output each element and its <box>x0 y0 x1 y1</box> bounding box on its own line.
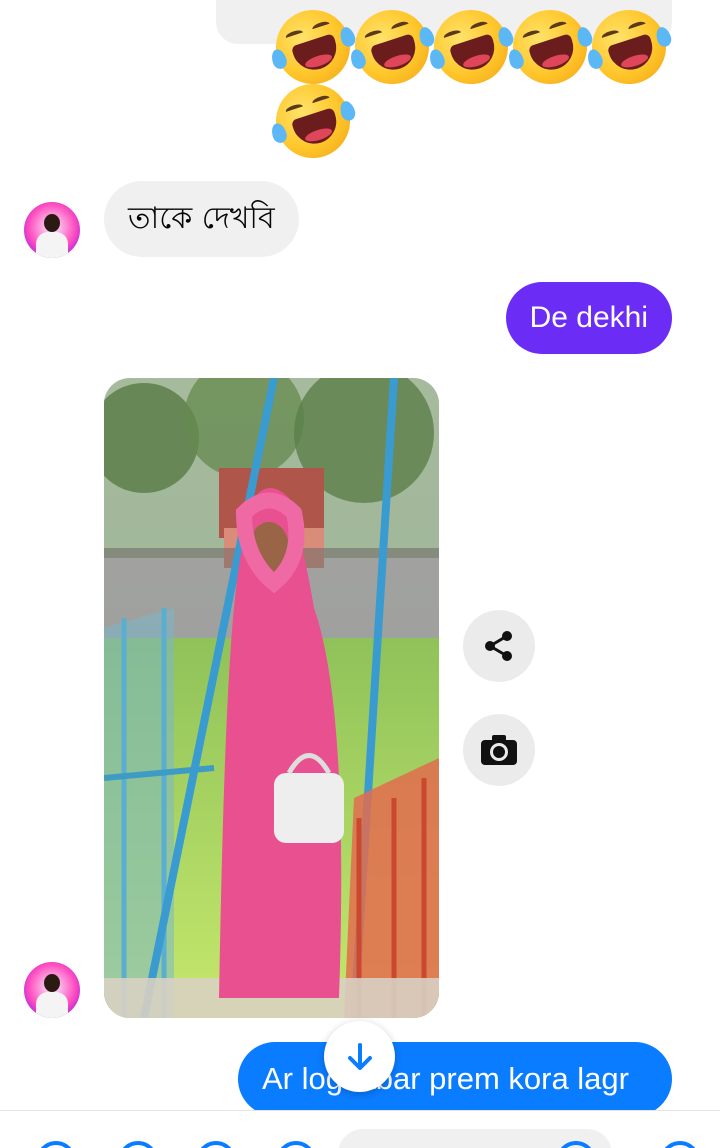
like-icon[interactable] <box>660 1141 700 1148</box>
emoji-row-1 <box>266 0 676 94</box>
outgoing-message-text: De dekhi <box>529 301 648 334</box>
mic-icon[interactable] <box>276 1141 316 1148</box>
scroll-to-bottom-button[interactable] <box>324 1021 395 1092</box>
arrow-down-icon <box>347 1042 372 1070</box>
contact-avatar[interactable] <box>24 962 80 1018</box>
laughing-emoji-icon <box>582 0 676 94</box>
laughing-emoji-icon <box>503 0 597 94</box>
photo-attachment[interactable] <box>104 378 439 1018</box>
camera-composer-icon[interactable] <box>118 1141 158 1148</box>
camera-icon <box>481 735 517 765</box>
gallery-icon[interactable] <box>196 1141 236 1148</box>
camera-button[interactable] <box>463 714 535 786</box>
outgoing-message-bubble[interactable]: Ar logi abar prem kora lagr <box>238 1042 672 1110</box>
share-button[interactable] <box>463 610 535 682</box>
message-composer <box>0 1110 720 1148</box>
chat-thread: তাকে দেখবি De dekhi Ar logi abar prem ko… <box>0 0 720 1110</box>
incoming-message-text: তাকে দেখবি <box>128 200 275 236</box>
laughing-emoji-icon <box>345 0 439 94</box>
photo-image <box>104 378 439 1018</box>
contact-avatar[interactable] <box>24 202 80 258</box>
outgoing-message-bubble[interactable]: De dekhi <box>505 282 672 354</box>
emoji-row-2 <box>266 74 676 168</box>
laughing-emoji-icon <box>424 0 518 94</box>
outgoing-message-text: Ar logi abar prem kora lagr <box>262 1061 629 1096</box>
share-icon <box>485 631 512 661</box>
incoming-message-bubble[interactable]: তাকে দেখবি <box>104 181 299 257</box>
laughing-emoji-icon <box>266 74 360 168</box>
menu-icon[interactable] <box>36 1141 76 1148</box>
laughing-emoji-icon <box>266 0 360 94</box>
